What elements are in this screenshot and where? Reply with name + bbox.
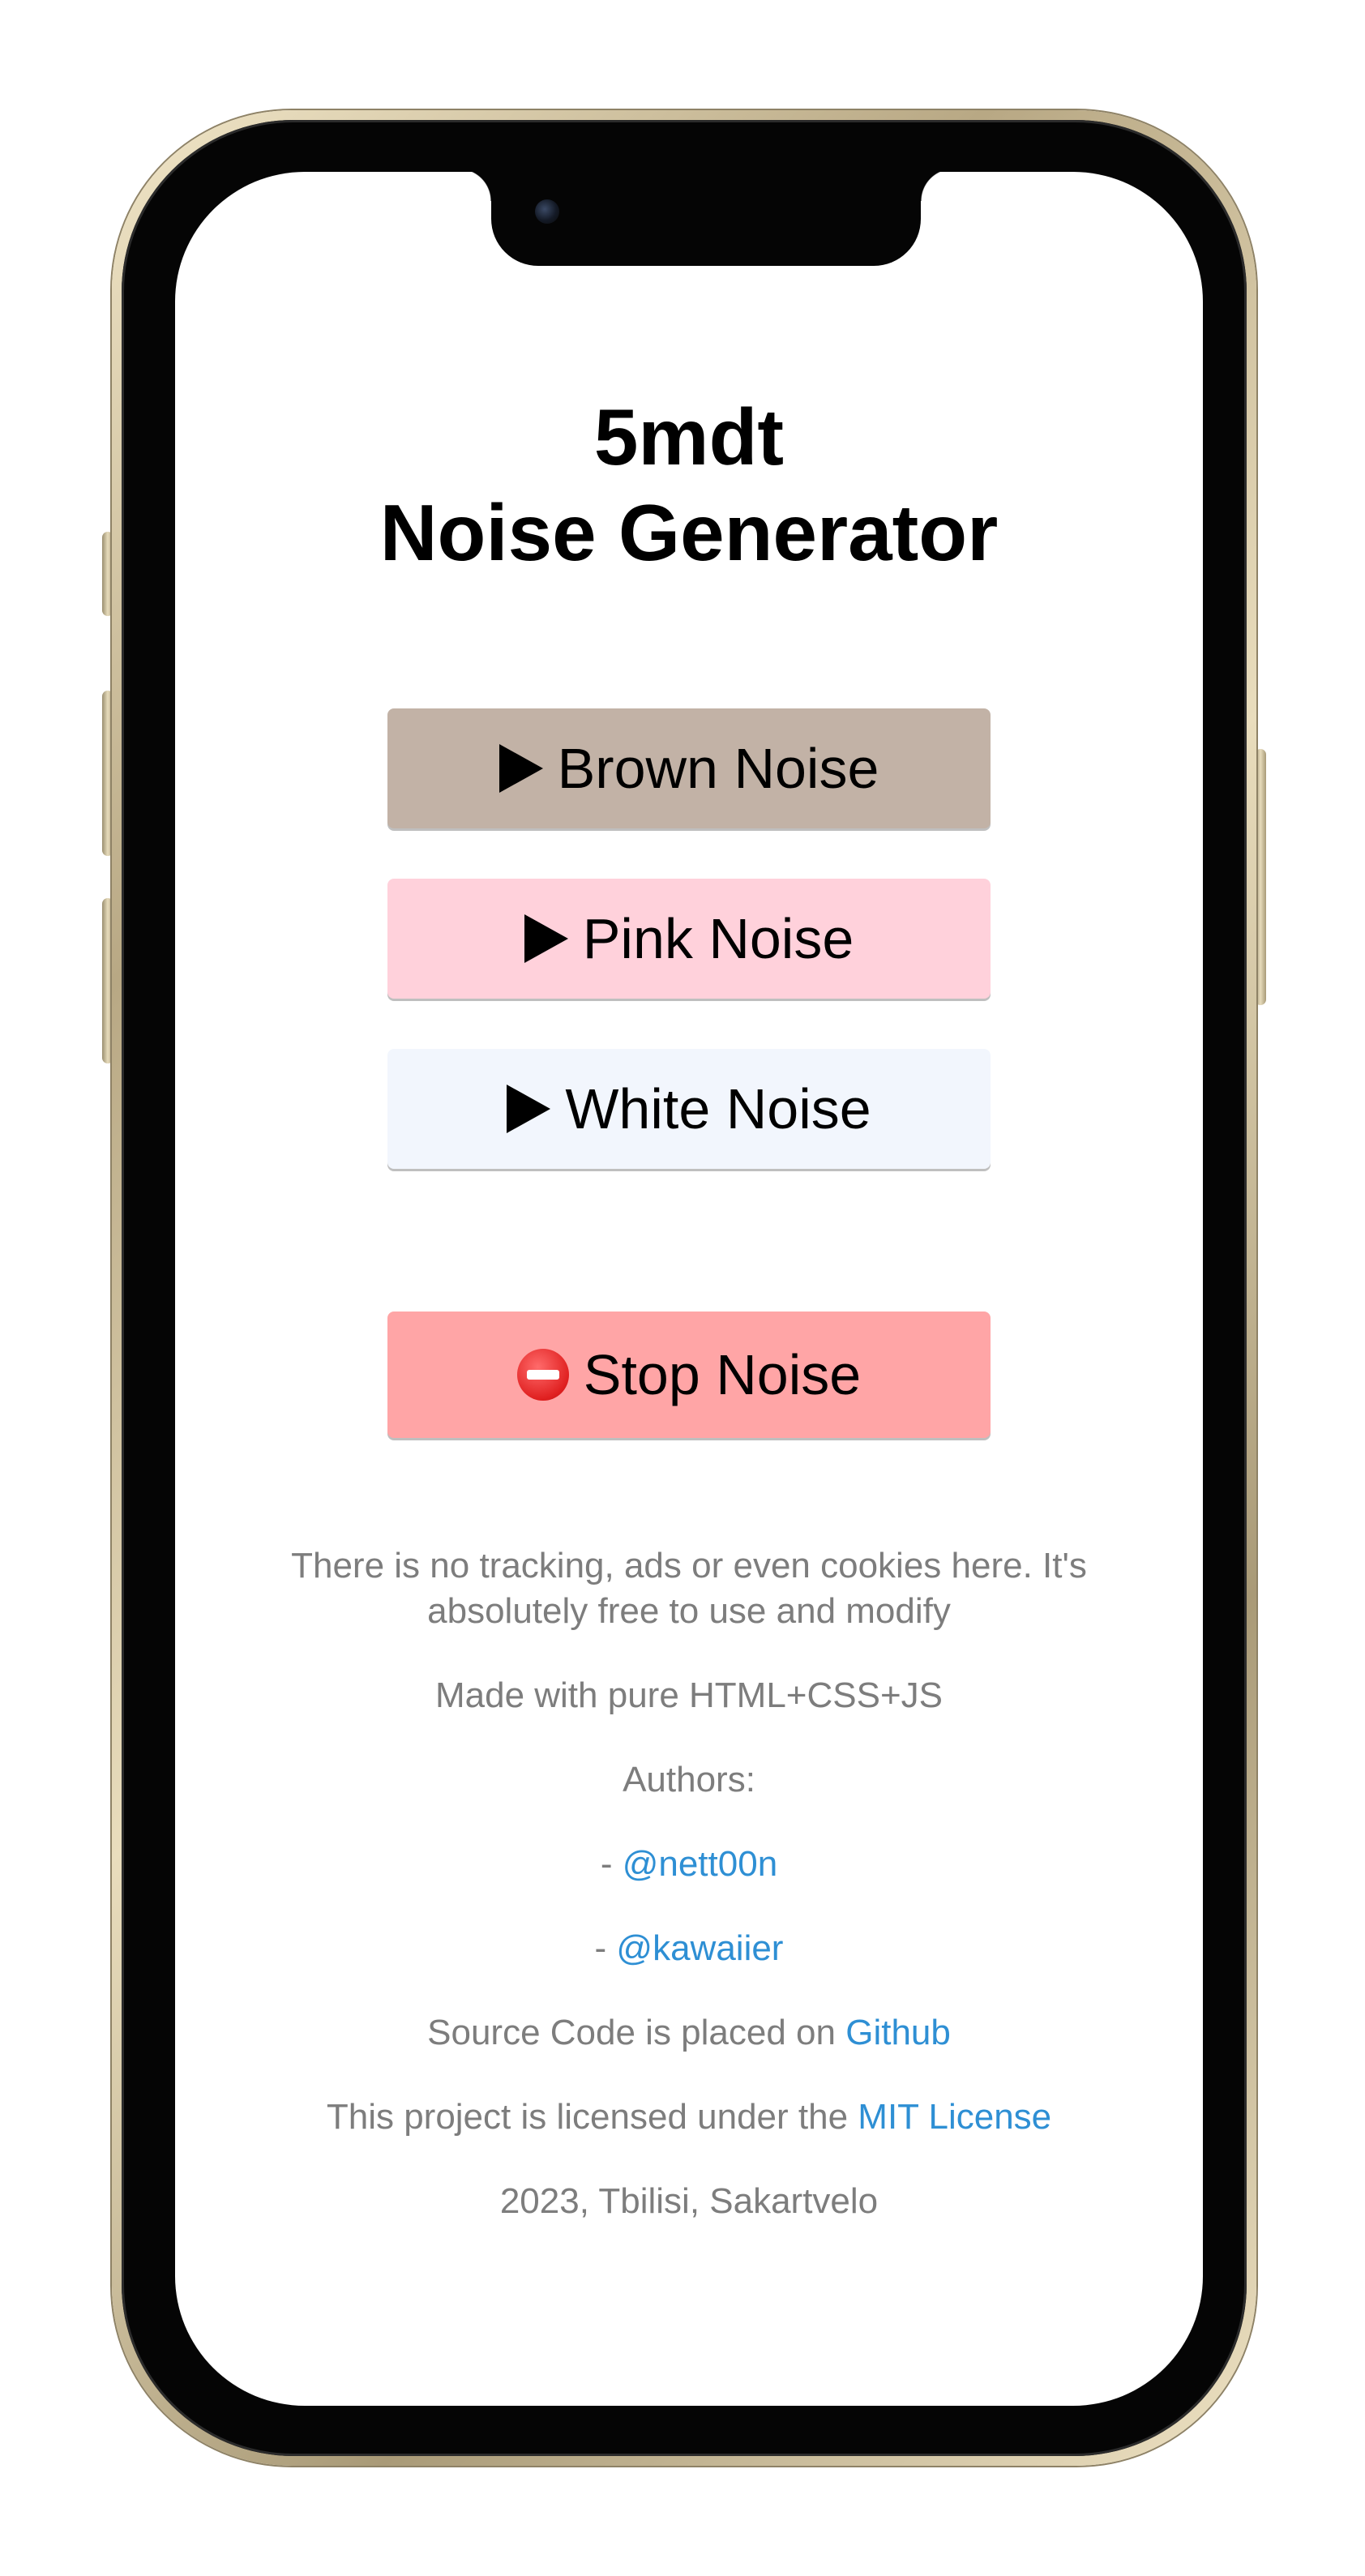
app-content: 5mdt Noise Generator Brown Noise Pink No… xyxy=(175,172,1203,2263)
pink-noise-label: Pink Noise xyxy=(582,907,854,970)
location-note: 2023, Tbilisi, Sakartvelo xyxy=(499,2181,879,2221)
info-section: There is no tracking, ads or even cookie… xyxy=(175,1543,1203,2224)
license-note: This project is licensed under the MIT L… xyxy=(175,2095,1203,2140)
author-link-nett00n[interactable]: @nett00n xyxy=(623,1844,777,1884)
github-link[interactable]: Github xyxy=(845,2013,951,2052)
authors-label: Authors: xyxy=(623,1760,755,1799)
play-icon xyxy=(524,914,568,963)
brown-noise-button[interactable]: Brown Noise xyxy=(387,708,991,828)
source-prefix: Source Code is placed on xyxy=(427,2013,846,2052)
license-prefix: This project is licensed under the xyxy=(326,2097,858,2137)
white-noise-label: White Noise xyxy=(565,1077,871,1140)
source-code-note: Source Code is placed on Github xyxy=(175,2010,1203,2056)
made-with-note: Made with pure HTML+CSS+JS xyxy=(434,1675,944,1715)
author-line: - @nett00n xyxy=(175,1842,1203,1887)
white-noise-button[interactable]: White Noise xyxy=(387,1049,991,1169)
page-title: 5mdt Noise Generator xyxy=(175,172,1203,580)
power-button xyxy=(1255,749,1266,1005)
brown-noise-label: Brown Noise xyxy=(557,737,879,800)
play-icon xyxy=(507,1085,551,1133)
author-prefix: - xyxy=(594,1928,617,1968)
author-line: - @kawaiier xyxy=(175,1926,1203,1971)
no-entry-icon xyxy=(516,1349,569,1401)
stop-noise-label: Stop Noise xyxy=(583,1343,862,1406)
author-prefix: - xyxy=(600,1844,623,1884)
privacy-note: There is no tracking, ads or even cookie… xyxy=(291,1546,1087,1631)
stop-noise-button[interactable]: Stop Noise xyxy=(387,1312,991,1438)
phone-frame: 5mdt Noise Generator Brown Noise Pink No… xyxy=(112,110,1256,2466)
title-line-2: Noise Generator xyxy=(379,488,999,577)
mit-license-link[interactable]: MIT License xyxy=(858,2097,1051,2137)
pink-noise-button[interactable]: Pink Noise xyxy=(387,879,991,999)
play-icon xyxy=(499,744,543,793)
title-line-1: 5mdt xyxy=(593,392,785,481)
phone-bezel: 5mdt Noise Generator Brown Noise Pink No… xyxy=(122,120,1247,2456)
author-link-kawaiier[interactable]: @kawaiier xyxy=(616,1928,783,1968)
phone-screen: 5mdt Noise Generator Brown Noise Pink No… xyxy=(175,172,1203,2406)
